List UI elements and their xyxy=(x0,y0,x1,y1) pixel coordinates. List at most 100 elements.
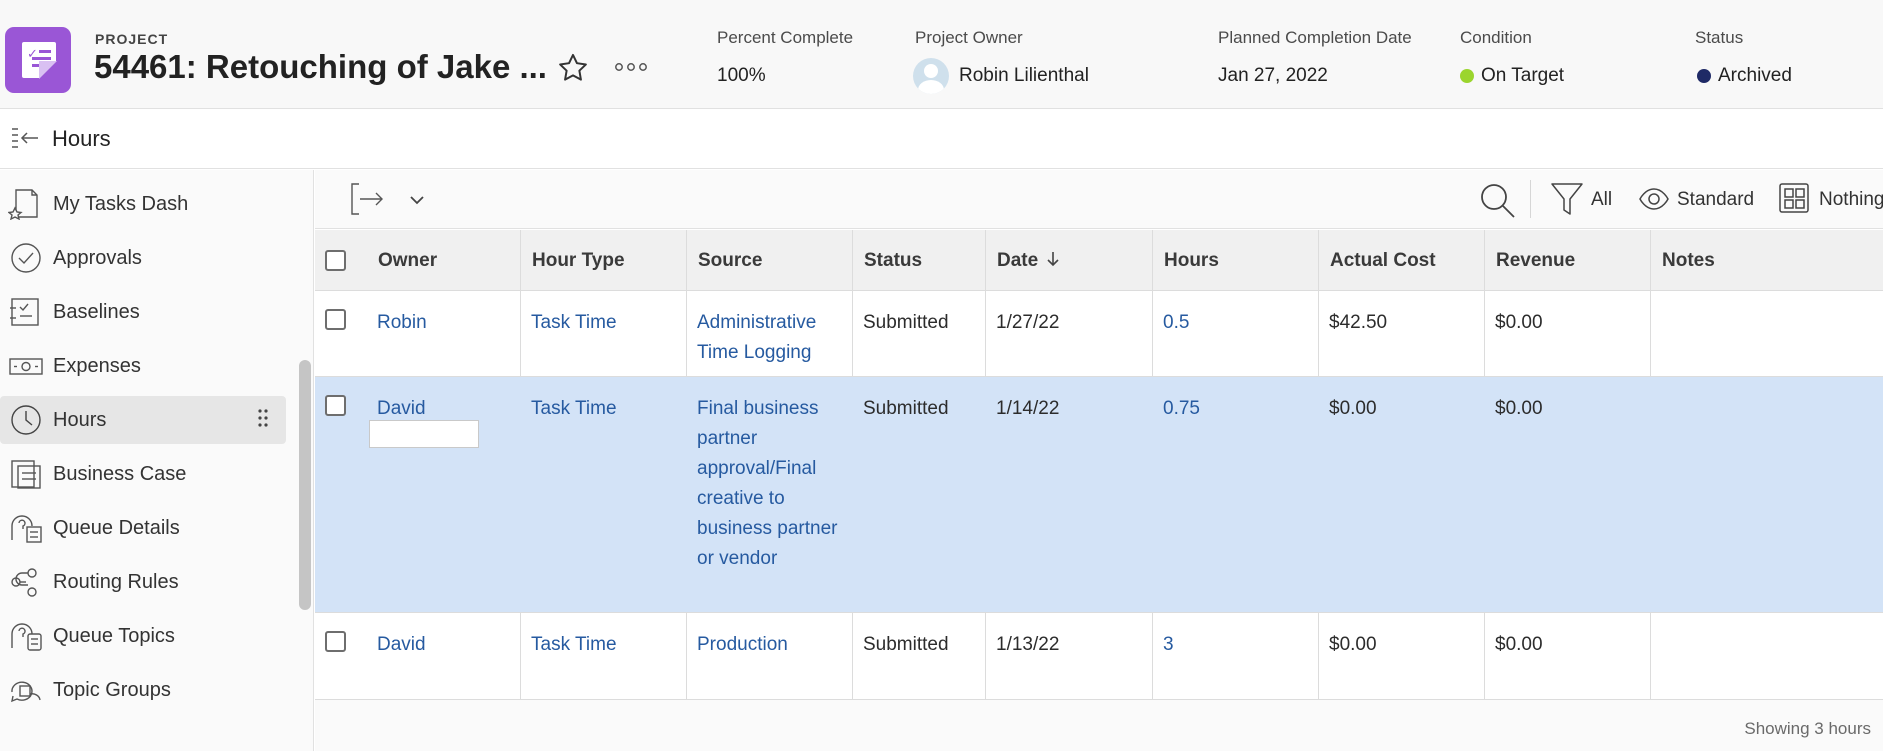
page-title[interactable]: 54461: Retouching of Jake ... xyxy=(94,48,547,86)
dashboard-star-icon xyxy=(8,189,38,220)
cell-hour-type: Task Time xyxy=(521,613,687,699)
section-bar: Hours xyxy=(0,109,1883,169)
filter-label[interactable]: All xyxy=(1591,189,1612,211)
condition-value: On Target xyxy=(1481,65,1565,86)
chevron-down-icon[interactable] xyxy=(407,190,427,210)
table-row[interactable]: David Task Time Final business partner a… xyxy=(315,377,1883,613)
project-owner-label: Project Owner xyxy=(915,28,1023,47)
grouping-label[interactable]: Nothing xyxy=(1819,189,1883,211)
source-link[interactable]: Production xyxy=(697,634,788,655)
column-header-hours[interactable]: Hours xyxy=(1153,230,1319,291)
sidebar-item-queue-details[interactable]: Queue Details xyxy=(0,504,286,552)
star-icon[interactable] xyxy=(556,51,590,85)
planned-completion-field: Planned Completion Date Jan 27, 2022 xyxy=(1218,28,1412,86)
grouping-icon[interactable] xyxy=(1778,182,1810,214)
table-toolbar: All Standard Nothing xyxy=(315,170,1883,229)
hour-type-link[interactable]: Task Time xyxy=(531,398,617,419)
column-header-revenue[interactable]: Revenue xyxy=(1485,230,1651,291)
column-header-status[interactable]: Status xyxy=(853,230,986,291)
column-header-source[interactable]: Source xyxy=(687,230,853,291)
table-row[interactable]: David Task Time Production Submitted 1/1… xyxy=(315,613,1883,700)
table-footer: Showing 3 hours xyxy=(315,700,1883,751)
sidebar-item-my-tasks-dash[interactable]: My Tasks Dash xyxy=(0,180,286,228)
hours-link[interactable]: 0.5 xyxy=(1163,312,1189,333)
sidebar-item-hours[interactable]: Hours xyxy=(0,396,286,444)
sidebar-scrollbar[interactable] xyxy=(299,360,311,610)
owner-link[interactable]: David xyxy=(377,634,426,655)
hours-link[interactable]: 0.75 xyxy=(1163,398,1200,419)
inline-edit-field[interactable] xyxy=(369,420,479,448)
cell-source: Final business partner approval/Final cr… xyxy=(687,377,853,612)
owner-link[interactable]: David xyxy=(377,398,426,419)
hour-type-link[interactable]: Task Time xyxy=(531,634,617,655)
cell-revenue: $0.00 xyxy=(1495,398,1543,419)
percent-complete-value: 100% xyxy=(717,65,766,86)
sidebar-item-business-case[interactable]: Business Case xyxy=(0,450,286,498)
sort-descending-icon[interactable] xyxy=(1046,251,1060,267)
row-checkbox[interactable] xyxy=(325,309,346,330)
status-label: Status xyxy=(1695,28,1744,47)
project-icon: ✓ xyxy=(5,27,71,93)
percent-complete-label: Percent Complete xyxy=(717,28,854,47)
table-row[interactable]: Robin Task Time Administrative Time Logg… xyxy=(315,291,1883,377)
condition-label: Condition xyxy=(1460,28,1532,47)
cell-hours: 0.75 xyxy=(1153,377,1319,612)
filter-icon[interactable] xyxy=(1550,181,1584,217)
sidebar-item-approvals[interactable]: Approvals xyxy=(0,234,286,282)
row-checkbox[interactable] xyxy=(325,631,346,652)
column-header-actual-cost[interactable]: Actual Cost xyxy=(1319,230,1485,291)
select-all-checkbox[interactable] xyxy=(325,250,346,271)
sidebar-item-label: Business Case xyxy=(53,463,187,485)
sidebar-item-label: Approvals xyxy=(53,247,142,269)
sidebar-item-label: My Tasks Dash xyxy=(53,193,189,215)
percent-complete-field: Percent Complete 100% xyxy=(717,28,854,86)
money-icon xyxy=(9,358,43,375)
avatar[interactable] xyxy=(913,58,949,94)
project-owner-value[interactable]: Robin Lilienthal xyxy=(959,65,1089,87)
hours-link[interactable]: 3 xyxy=(1163,634,1174,655)
sidebar-item-baselines[interactable]: Baselines xyxy=(0,288,286,336)
column-header-owner[interactable]: Owner xyxy=(367,230,521,291)
source-link[interactable]: Final business partner approval/Final cr… xyxy=(697,398,837,569)
cell-date: 1/13/22 xyxy=(986,613,1153,699)
sidebar-item-label: Queue Details xyxy=(53,517,180,539)
column-header-notes[interactable]: Notes xyxy=(1651,230,1883,291)
column-header-date[interactable]: Date xyxy=(986,230,1153,291)
queue-details-icon xyxy=(11,515,42,543)
cell-notes[interactable] xyxy=(1651,377,1883,612)
sidebar-item-label: Topic Groups xyxy=(53,679,171,701)
hour-type-link[interactable]: Task Time xyxy=(531,312,617,333)
clock-icon xyxy=(11,405,41,435)
sidebar-item-queue-topics[interactable]: Queue Topics xyxy=(0,612,286,660)
cell-source: Administrative Time Logging xyxy=(687,291,853,376)
export-icon[interactable] xyxy=(350,182,386,216)
cell-owner: Robin xyxy=(367,291,521,376)
sidebar-item-label: Baselines xyxy=(53,301,140,323)
cell-source: Production xyxy=(687,613,853,699)
owner-link[interactable]: Robin xyxy=(377,312,427,333)
cell-owner: David xyxy=(367,377,521,612)
cell-status: Submitted xyxy=(863,398,949,419)
drag-handle-icon[interactable] xyxy=(258,408,268,428)
select-all-cell xyxy=(315,230,366,291)
column-header-hour-type[interactable]: Hour Type xyxy=(521,230,687,291)
eye-icon[interactable] xyxy=(1638,185,1670,213)
sidebar-item-expenses[interactable]: Expenses xyxy=(0,342,286,390)
source-link[interactable]: Administrative Time Logging xyxy=(697,312,816,363)
cell-notes[interactable] xyxy=(1651,291,1883,376)
more-options-icon[interactable] xyxy=(612,52,650,82)
status-field: Status xyxy=(1695,28,1743,48)
sidebar-item-label: Expenses xyxy=(53,355,141,377)
collapse-panel-icon[interactable] xyxy=(10,125,40,153)
baseline-icon xyxy=(10,298,39,326)
search-icon[interactable] xyxy=(1479,182,1517,220)
row-checkbox[interactable] xyxy=(325,395,346,416)
sidebar-item-label: Queue Topics xyxy=(53,625,175,647)
view-label[interactable]: Standard xyxy=(1677,189,1754,211)
cell-notes[interactable] xyxy=(1651,613,1883,699)
sidebar-item-routing-rules[interactable]: Routing Rules xyxy=(0,558,286,606)
sidebar-item-topic-groups[interactable]: Topic Groups xyxy=(0,666,286,714)
cell-actual-cost: $42.50 xyxy=(1319,291,1485,376)
cell-hour-type: Task Time xyxy=(521,377,687,612)
sidebar-item-label: Hours xyxy=(53,409,107,431)
